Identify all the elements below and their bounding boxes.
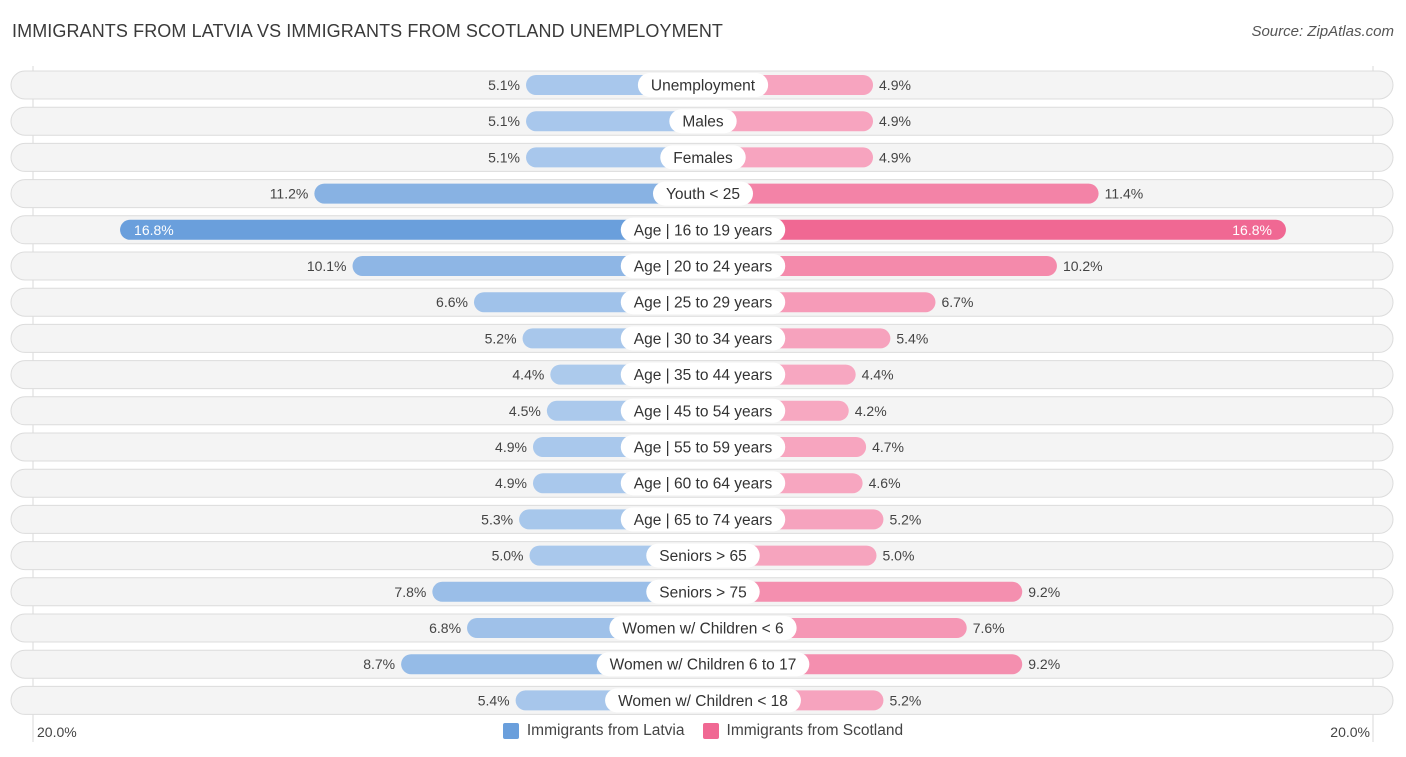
value-label-scotland: 5.2% [889,692,921,708]
category-label: Age | 20 to 24 years [634,259,773,276]
bar-scotland [703,219,1286,240]
value-label-scotland: 5.2% [889,511,921,527]
legend-swatch-latvia [502,723,519,739]
bar-latvia [120,219,704,240]
value-label-latvia: 6.8% [429,620,461,636]
legend: Immigrants from Latvia Immigrants from S… [0,722,1406,740]
legend-swatch-scotland [702,723,719,739]
category-label: Women w/ Children 6 to 17 [610,657,797,674]
value-label-scotland: 16.8% [1232,222,1272,238]
category-label: Women w/ Children < 6 [622,621,783,638]
value-label-latvia: 10.1% [307,258,347,274]
value-label-scotland: 5.0% [883,548,915,564]
category-label: Unemployment [651,78,756,95]
category-label: Age | 30 to 34 years [634,331,773,348]
category-label: Age | 25 to 29 years [634,295,773,312]
value-label-scotland: 7.6% [973,620,1005,636]
value-label-scotland: 4.9% [879,77,911,93]
value-label-latvia: 6.6% [436,294,468,310]
value-label-latvia: 5.1% [488,113,520,129]
value-label-latvia: 4.4% [512,367,544,383]
value-label-scotland: 6.7% [941,294,973,310]
legend-item-scotland[interactable]: Immigrants from Scotland [702,722,904,740]
category-label: Women w/ Children < 18 [618,693,788,710]
value-label-latvia: 16.8% [134,222,174,238]
category-label: Age | 45 to 54 years [634,403,773,420]
category-label: Age | 60 to 64 years [634,476,773,493]
category-label: Seniors > 65 [659,548,746,565]
value-label-latvia: 5.1% [488,149,520,165]
value-label-scotland: 4.9% [879,113,911,129]
bar-latvia [314,183,703,204]
value-label-latvia: 5.4% [478,692,510,708]
legend-label-latvia: Immigrants from Latvia [526,722,685,739]
value-label-scotland: 4.6% [869,475,901,491]
value-label-latvia: 5.1% [488,77,520,93]
category-label: Females [673,150,733,167]
category-label: Males [682,114,724,131]
value-label-latvia: 5.0% [492,548,524,564]
value-label-latvia: 7.8% [394,584,426,600]
legend-label-scotland: Immigrants from Scotland [726,722,904,739]
category-label: Age | 65 to 74 years [634,512,773,529]
category-label: Age | 55 to 59 years [634,440,773,457]
value-label-latvia: 4.9% [495,439,527,455]
bar-scotland [703,183,1099,204]
category-label: Age | 16 to 19 years [634,222,773,239]
value-label-scotland: 4.7% [872,439,904,455]
value-label-scotland: 10.2% [1063,258,1103,274]
category-label: Youth < 25 [666,186,740,203]
value-label-latvia: 11.2% [270,186,309,202]
value-label-scotland: 4.9% [879,149,911,165]
chart-area: 5.1% 4.9% Unemployment 5.1% 4.9% Males 5.1% 4.9… [10,66,1394,742]
value-label-latvia: 8.7% [363,656,395,672]
category-label: Seniors > 75 [659,584,746,601]
value-label-latvia: 5.3% [481,511,513,527]
value-label-latvia: 5.2% [485,330,517,346]
value-label-scotland: 4.2% [855,403,887,419]
value-label-latvia: 4.5% [509,403,541,419]
value-label-scotland: 9.2% [1028,656,1060,672]
value-label-scotland: 5.4% [896,330,928,346]
legend-item-latvia[interactable]: Immigrants from Latvia [502,722,685,740]
category-label: Age | 35 to 44 years [634,367,773,384]
value-label-scotland: 11.4% [1105,186,1144,202]
value-label-scotland: 9.2% [1028,584,1060,600]
value-label-scotland: 4.4% [862,367,894,383]
value-label-latvia: 4.9% [495,475,527,491]
